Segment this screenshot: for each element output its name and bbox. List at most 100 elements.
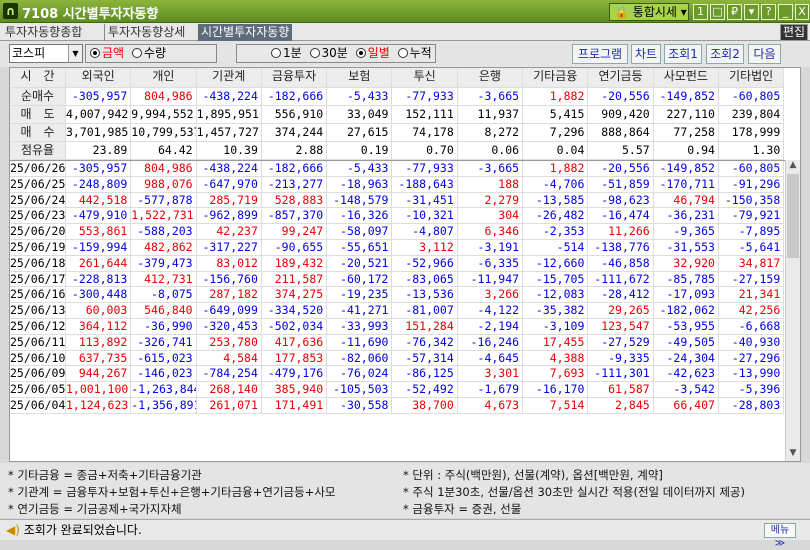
vertical-scrollbar[interactable]: ▲ ▼ [785,160,800,461]
date-cell: 25/06/26 [10,161,66,177]
value-cell: -24,304 [653,350,719,367]
value-cell: 988,076 [131,176,197,193]
help-icon[interactable]: ? [761,4,776,20]
table-row[interactable]: 25/06/10 637,735 -615,023 4,584 177,853 -82,0… [10,350,785,367]
date-cell: 25/06/20 [10,224,66,240]
tab-bar: 투자자동향종합 투자자동향상세 시간별투자자동향 편집 [0,23,810,41]
table-row[interactable]: 25/06/11 113,892 -326,741 253,780 417,636 -11… [10,334,785,351]
column-header[interactable]: 시 간 [10,68,66,88]
note-item: * 주식 1분30초, 선물/옵션 30초만 실시간 적용(전일 데이터까지 제… [403,485,745,499]
value-cell: -55,651 [327,240,393,256]
value-cell: -19,235 [327,287,393,304]
scroll-down-icon[interactable]: ▼ [786,448,800,461]
value-cell: -11,947 [457,271,524,288]
column-header[interactable]: 개인 [131,68,197,88]
value-cell: -36,990 [131,319,197,335]
radio-quantity[interactable]: 수량 [131,45,166,62]
value-cell: -51,859 [588,176,654,193]
value-cell: -13,990 [718,366,785,383]
next-button[interactable]: 다음 [748,44,781,64]
chevron-down-icon[interactable]: ▼ [68,45,82,62]
tab-hourly-investor[interactable]: 시간별투자자동향 [198,24,293,41]
column-header[interactable]: 보험 [327,68,393,88]
summary-cell: 239,804 [718,106,785,124]
tab-investor-summary[interactable]: 투자자동향종합 [2,24,85,41]
scroll-thumb[interactable] [787,174,799,258]
column-header[interactable]: 기타법인 [718,68,785,88]
program-button[interactable]: 프로그램 [572,44,628,64]
value-cell: 211,587 [261,271,328,288]
new-window-icon[interactable]: □ [710,4,725,20]
table-row[interactable]: 25/06/25 -248,809 988,076 -647,970 -213,277-… [10,176,785,193]
column-header[interactable]: 투신 [392,68,458,88]
scroll-up-icon[interactable]: ▲ [786,160,800,173]
value-cell: -46,858 [588,255,654,272]
value-cell: 412,731 [131,271,197,288]
value-cell: -438,224 [196,161,262,177]
value-cell: 46,794 [653,192,719,209]
table-row[interactable]: 25/06/23 -479,910 1,522,731 -962,899 -857,37… [10,208,785,225]
summary-cell: -5,433 [327,88,393,106]
table-row[interactable]: 25/06/19 -159,994 482,862 -317,227 -90,655 -5… [10,240,785,256]
radio-amount[interactable]: 금액 [90,45,124,62]
value-cell: -28,412 [588,287,654,304]
value-cell: -320,453 [196,319,262,335]
value-cell: -52,966 [392,255,458,272]
summary-row: 순매수 -305,957 804,986 -438,224 -182,666 -5,433… [10,88,785,106]
column-header[interactable]: 금융투자 [261,68,328,88]
table-row[interactable]: 25/06/26 -305,957 804,986 -438,224 -182,666-… [10,161,785,177]
table-row[interactable]: 25/06/20 553,861 -588,203 42,237 99,247 -58,0… [10,224,785,240]
value-cell: -138,776 [588,240,654,256]
radio-1min[interactable]: 1분 [271,45,302,62]
table-row[interactable]: 25/06/24 442,518 -577,878 285,719 528,883 -14… [10,192,785,209]
value-cell: -16,474 [588,208,654,225]
value-cell: -4,645 [457,350,524,367]
minimize-icon[interactable]: _ [778,4,793,20]
market-select[interactable]: 코스피 ▼ [9,44,83,63]
radio-daily[interactable]: 일별 [355,45,390,62]
summary-cell: 556,910 [261,106,328,124]
query2-button[interactable]: 조회2 [706,44,744,64]
value-cell: -36,231 [653,208,719,225]
link-number-button[interactable]: 1 [693,4,708,20]
chart-button[interactable]: 차트 [631,44,661,64]
summary-cell: 9,994,552 [131,106,197,124]
value-cell: 287,182 [196,287,262,304]
close-icon[interactable]: X [795,4,809,20]
pin-icon[interactable]: ₽ [727,4,742,20]
menu-button[interactable]: 메뉴 ≫ [764,523,796,549]
column-header[interactable]: 외국인 [66,68,132,88]
query1-button[interactable]: 조회1 [664,44,702,64]
integrated-quote-button[interactable]: 🔒 통합시세 ▾ [609,3,689,21]
date-cell: 25/06/12 [10,319,66,335]
menu-dropdown-icon[interactable]: ▾ [744,4,759,20]
column-header[interactable]: 사모펀드 [653,68,719,88]
radio-30min[interactable]: 30분 [309,45,348,62]
column-header[interactable]: 연기금등 [588,68,654,88]
value-cell: -81,007 [392,303,458,319]
summary-cell: 1,882 [523,88,589,106]
column-header[interactable]: 기관계 [196,68,262,88]
table-row[interactable]: 25/06/13 60,003 546,840 -649,099 -334,520 -41… [10,303,785,319]
tab-investor-detail[interactable]: 투자자동향상세 [104,24,188,41]
table-row[interactable]: 25/06/18 261,644 -379,473 83,012 189,432 -20,… [10,255,785,272]
edit-button[interactable]: 편집 [780,24,808,41]
column-header[interactable]: 은행 [457,68,524,88]
radio-cumulative[interactable]: 누적 [397,45,432,62]
value-cell: -3,542 [653,382,719,398]
value-cell: -10,321 [392,208,458,225]
summary-cell: 3,701,985 [66,124,132,142]
table-row[interactable]: 25/06/17 -228,813 412,731 -156,760 211,587 -6… [10,271,785,288]
summary-cell: 77,258 [653,124,719,142]
value-cell: -5,641 [718,240,785,256]
value-cell: 4,388 [523,350,589,367]
table-row[interactable]: 25/06/05 1,001,100 -1,263,844 268,140 385,94… [10,382,785,398]
table-row[interactable]: 25/06/04 1,124,623 -1,356,891 261,071 171,49… [10,398,785,414]
table-row[interactable]: 25/06/09 944,267 -146,023 -784,254 -479,176-… [10,366,785,383]
table-row[interactable]: 25/06/12 364,112 -36,990 -320,453 -502,034 -3… [10,319,785,335]
table-row[interactable]: 25/06/16 -300,448 -8,075 287,182 374,275 -19,… [10,287,785,304]
column-header[interactable]: 기타금융 [523,68,589,88]
value-cell: 38,700 [392,398,458,414]
summary-cell: 0.06 [457,142,524,160]
table-body: 25/06/26 -305,957 804,986 -438,224 -182,666-… [10,160,785,461]
